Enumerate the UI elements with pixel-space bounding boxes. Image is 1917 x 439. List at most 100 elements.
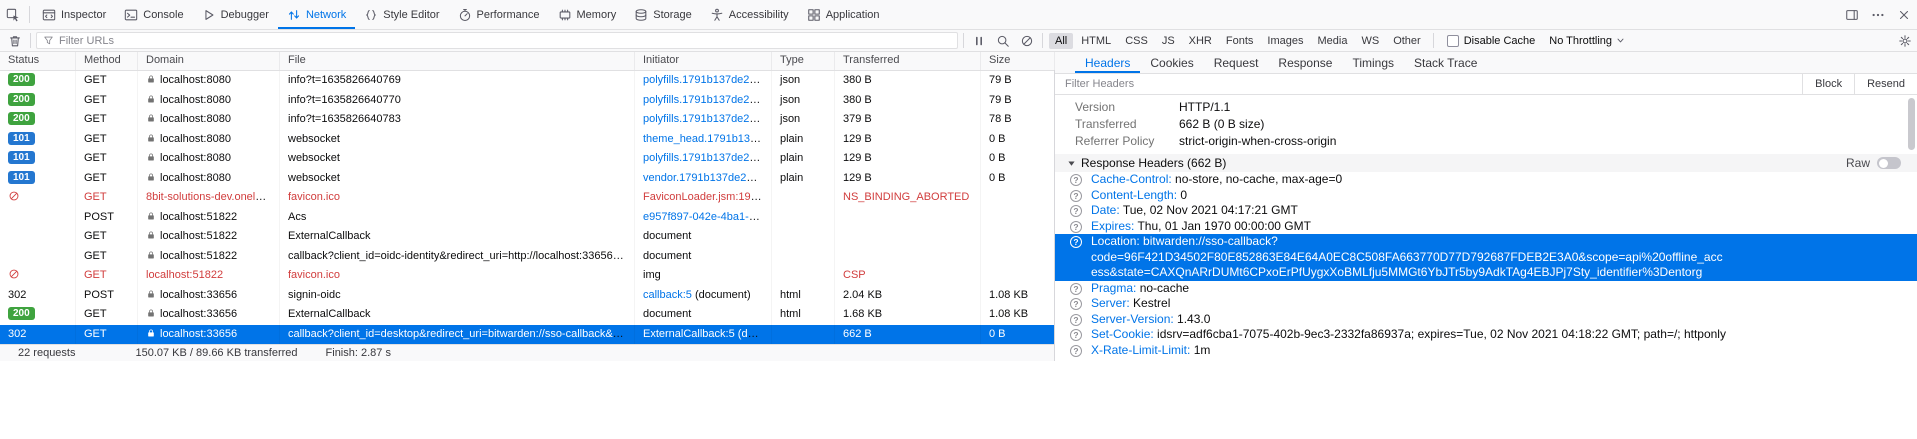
header-row[interactable]: ?Server-Version: 1.43.0 [1055,312,1917,328]
toolbox-tab-performance[interactable]: Performance [449,0,549,29]
header-row[interactable]: ?X-Rate-Limit-Limit: 1m [1055,343,1917,359]
header-name: Content-Length: [1091,188,1180,202]
request-row[interactable]: GETlocalhost:51822callback?client_id=oid… [0,247,1054,267]
type-filter-all[interactable]: All [1049,33,1073,49]
type-filter-css[interactable]: CSS [1119,33,1154,49]
request-row[interactable]: 200GETlocalhost:8080info?t=1635826640783… [0,110,1054,130]
status-cell: 200 [0,305,76,325]
type-filter-images[interactable]: Images [1261,33,1309,49]
pause-log-button[interactable] [967,30,991,51]
details-tab-stack-trace[interactable]: Stack Trace [1404,52,1487,73]
transferred-cell: 1.68 KB [835,305,981,325]
request-row[interactable]: 101GETlocalhost:8080websocketpolyfills.1… [0,149,1054,169]
toolbox-tab-application[interactable]: Application [798,0,889,29]
toolbox-tab-inspector[interactable]: Inspector [33,0,115,29]
details-tab-cookies[interactable]: Cookies [1140,52,1203,73]
header-row[interactable]: ?Date: Tue, 02 Nov 2021 04:17:21 GMT [1055,203,1917,219]
details-tab-response[interactable]: Response [1268,52,1342,73]
finish-time: Finish: 2.87 s [326,347,391,359]
request-row[interactable]: GETlocalhost:51822favicon.icoimgCSP [0,266,1054,286]
header-row[interactable]: ?Pragma: no-cache [1055,281,1917,297]
request-row[interactable]: 200GETlocalhost:33656ExternalCallbackdoc… [0,305,1054,325]
details-scrollbar[interactable] [1908,98,1915,150]
request-row[interactable]: 101GETlocalhost:8080websockettheme_head.… [0,130,1054,150]
status-cell [0,247,76,267]
type-filter-media[interactable]: Media [1311,33,1353,49]
column-header-method[interactable]: Method [76,52,138,70]
devtools-menu-button[interactable] [1865,0,1891,29]
type-filter-js[interactable]: JS [1156,33,1181,49]
column-header-domain[interactable]: Domain [138,52,280,70]
header-row[interactable]: ?Expires: Thu, 01 Jan 1970 00:00:00 GMT [1055,219,1917,235]
details-tab-headers[interactable]: Headers [1075,52,1140,73]
toolbox-tab-network[interactable]: Network [278,0,355,29]
disable-cache-checkbox[interactable] [1447,35,1459,47]
disable-cache-toggle[interactable]: Disable Cache [1447,30,1536,51]
header-row[interactable]: ?Cache-Control: no-store, no-cache, max-… [1055,172,1917,188]
type-filter-other[interactable]: Other [1387,33,1427,49]
column-header-status[interactable]: Status [0,52,76,70]
pick-element-button[interactable] [0,0,26,29]
network-settings-button[interactable] [1893,30,1917,51]
column-header-type[interactable]: Type [772,52,835,70]
type-cell [772,247,835,267]
disable-cache-label: Disable Cache [1464,35,1536,47]
type-filter-xhr[interactable]: XHR [1183,33,1218,49]
block-icon [1020,34,1034,48]
toolbox-tab-label: Memory [577,9,617,21]
transferred: 129 B [843,152,872,164]
request-row[interactable]: 200GETlocalhost:8080info?t=1635826640769… [0,71,1054,91]
lock-icon [146,152,156,162]
toolbox-tab-label: Storage [653,9,692,21]
header-row[interactable]: ?Content-Length: 0 [1055,188,1917,204]
request-row[interactable]: 101GETlocalhost:8080websocketvendor.1791… [0,169,1054,189]
toolbox-tab-accessibility[interactable]: Accessibility [701,0,798,29]
toolbox-tab-storage[interactable]: Storage [625,0,701,29]
transferred: 129 B [843,172,872,184]
responsive-design-mode-button[interactable] [1839,0,1865,29]
header-row[interactable]: ?Server: Kestrel [1055,296,1917,312]
close-devtools-button[interactable] [1891,0,1917,29]
toolbox-tab-memory[interactable]: Memory [549,0,626,29]
column-header-size[interactable]: Size [981,52,1055,70]
request-row[interactable]: POSTlocalhost:51822Acse957f897-042e-4ba1… [0,208,1054,228]
block-header-button[interactable]: Block [1802,74,1854,94]
filter-urls-input[interactable] [59,35,951,47]
type-filter-html[interactable]: HTML [1075,33,1117,49]
performance-icon [458,8,472,22]
status-cell: 101 [0,169,76,189]
toolbox-tab-debugger[interactable]: Debugger [193,0,278,29]
header-row[interactable]: ?Location: bitwarden://sso-callback?code… [1055,234,1917,281]
column-header-file[interactable]: File [280,52,635,70]
status-cell [0,188,76,208]
type-filter-ws[interactable]: WS [1355,33,1385,49]
column-header-initiator[interactable]: Initiator [635,52,772,70]
response-headers-section[interactable]: Response Headers (662 B) Raw [1055,154,1917,172]
request-row[interactable]: 302POSTlocalhost:33656signin-oidccallbac… [0,286,1054,306]
throttling-dropdown[interactable]: No Throttling [1543,30,1631,51]
block-requests-button[interactable] [1015,30,1039,51]
request-row[interactable]: 302GETlocalhost:33656callback?client_id=… [0,325,1054,345]
request-row[interactable]: 200GETlocalhost:8080info?t=1635826640770… [0,91,1054,111]
type-filter-fonts[interactable]: Fonts [1220,33,1260,49]
request-row[interactable]: GET8bit-solutions-dev.onelogin…favicon.i… [0,188,1054,208]
method-cell: GET [76,188,138,208]
clear-requests-button[interactable] [3,30,27,51]
details-tab-timings[interactable]: Timings [1342,52,1404,73]
domain: localhost:8080 [160,133,231,145]
toolbox-tab-style-editor[interactable]: Style Editor [355,0,448,29]
raw-toggle[interactable] [1877,157,1901,169]
initiator: callback:5 [643,289,692,301]
transferred-cell: 379 B [835,110,981,130]
file: ExternalCallback [288,308,371,320]
search-button[interactable] [991,30,1015,51]
size: 1.08 KB [989,289,1028,301]
initiator-cell: polyfills.1791b137de281b787… [635,91,772,111]
toolbox-tab-console[interactable]: Console [115,0,192,29]
header-row[interactable]: ?Set-Cookie: idsrv=adf6cba1-7075-402b-9e… [1055,327,1917,343]
resend-button[interactable]: Resend [1854,74,1917,94]
details-tab-request[interactable]: Request [1204,52,1269,73]
request-row[interactable]: GETlocalhost:51822ExternalCallbackdocume… [0,227,1054,247]
column-header-transferred[interactable]: Transferred [835,52,981,70]
filter-headers-input[interactable] [1055,74,1802,94]
